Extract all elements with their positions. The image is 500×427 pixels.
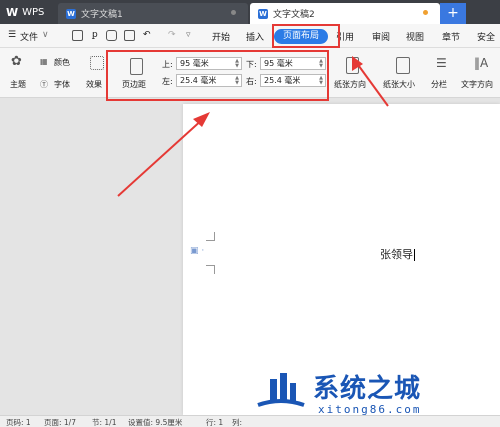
document-text: 张领导	[380, 248, 413, 261]
theme-icon: ✿	[11, 54, 22, 69]
menu-insert[interactable]: 插入	[246, 30, 264, 43]
text-caret	[414, 249, 415, 261]
document-icon: W	[66, 8, 76, 19]
save-icon[interactable]	[72, 30, 83, 41]
paragraph-layout-icon[interactable]: ▣ ·	[190, 246, 204, 256]
margin-corner-mark	[206, 265, 215, 274]
theme-button[interactable]: 主题	[10, 79, 26, 90]
orientation-button[interactable]: 纸张方向	[334, 79, 366, 90]
document-icon: W	[258, 8, 268, 19]
wps-logo-text: WPS	[22, 6, 45, 18]
redo-icon[interactable]: ↷	[168, 30, 176, 40]
tab-document-2[interactable]: W 文字文稿2	[250, 3, 440, 24]
columns-icon: ☰	[436, 56, 447, 70]
watermark-title: 系统之城	[313, 374, 422, 404]
status-line: 行: 1	[206, 418, 224, 427]
tab-unsaved-dot	[423, 10, 428, 15]
margin-corner-mark	[206, 232, 215, 241]
menu-start[interactable]: 开始	[212, 30, 230, 43]
paper-size-button[interactable]: 纸张大小	[383, 79, 415, 90]
print-preview-icon[interactable]	[124, 30, 135, 41]
status-setting: 设置值: 9.5厘米	[128, 418, 183, 427]
tab-label: 文字文稿1	[81, 10, 123, 20]
wps-logo[interactable]: W WPS	[0, 0, 60, 24]
paper-size-icon	[396, 57, 410, 74]
effects-button[interactable]: 效果	[86, 79, 102, 90]
text-direction-icon: ‖A	[474, 56, 489, 70]
tab-document-1[interactable]: W 文字文稿1	[58, 3, 248, 24]
menu-chapter[interactable]: 章节	[442, 30, 460, 43]
text-direction-button[interactable]: 文字方向	[461, 79, 493, 90]
tab-label: 文字文稿2	[273, 10, 315, 20]
chevron-down-icon[interactable]: ∨	[42, 30, 49, 40]
hamburger-icon[interactable]: ☰	[8, 30, 16, 40]
status-column: 列:	[232, 418, 243, 427]
menu-bar: ☰ 文件 ∨ ꝑ ↶ ↷ ▿ 开始 插入 页面布局 引用 审阅 视图 章节 安全	[0, 24, 500, 48]
effects-icon	[90, 56, 104, 70]
tab-status-dot	[231, 10, 236, 15]
font-icon: Ⓣ	[40, 80, 48, 89]
orientation-icon	[346, 57, 359, 74]
watermark-logo-icon	[257, 373, 305, 407]
annotation-box-menu	[272, 24, 340, 48]
wps-logo-icon: W	[6, 5, 19, 19]
customize-icon[interactable]: ▿	[186, 30, 191, 40]
annotation-box-margins	[106, 50, 329, 101]
undo-icon[interactable]: ↶	[143, 30, 151, 40]
colors-button[interactable]: 颜色	[54, 57, 70, 68]
fonts-button[interactable]: 字体	[54, 79, 70, 90]
menu-file[interactable]: 文件	[20, 30, 38, 43]
columns-button[interactable]: 分栏	[431, 79, 447, 90]
title-bar: W WPS W 文字文稿1 W 文字文稿2 +	[0, 0, 500, 24]
export-pdf-icon[interactable]: ꝑ	[92, 30, 98, 40]
status-page-code: 页码: 1	[6, 418, 31, 427]
status-section: 节: 1/1	[92, 418, 117, 427]
status-bar: 页码: 1 页面: 1/7 节: 1/1 设置值: 9.5厘米 行: 1 列:	[0, 415, 500, 427]
print-icon[interactable]	[106, 30, 117, 41]
menu-view[interactable]: 视图	[406, 30, 424, 43]
new-tab-button[interactable]: +	[440, 3, 466, 24]
menu-review[interactable]: 审阅	[372, 30, 390, 43]
menu-security[interactable]: 安全	[477, 30, 495, 43]
color-palette-icon: ▦	[40, 57, 48, 66]
document-body-text[interactable]: 张领导	[380, 246, 415, 262]
status-pages: 页面: 1/7	[44, 418, 76, 427]
